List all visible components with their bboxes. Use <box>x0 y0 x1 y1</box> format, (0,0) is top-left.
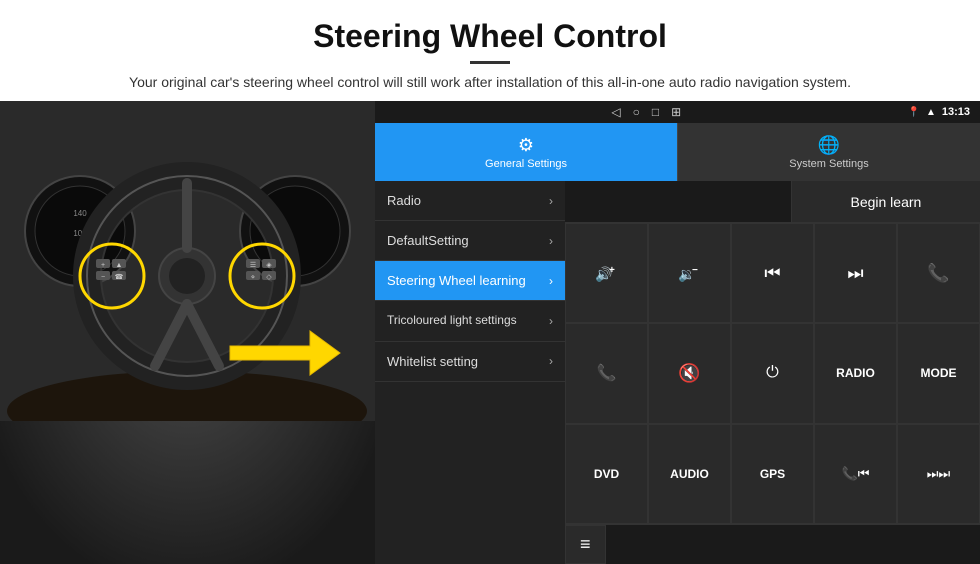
menu-item-radio[interactable]: Radio › <box>375 181 565 221</box>
controls-grid-row1: 🔊 + 🔉 − ⏮ ⏭ 📞 <box>565 223 980 323</box>
gps-button[interactable]: GPS <box>731 424 814 524</box>
svg-text:⋄: ⋄ <box>251 274 255 281</box>
phone-prev-button[interactable]: 📞⏮ <box>814 424 897 524</box>
subtitle-text: Your original car's steering wheel contr… <box>60 72 920 93</box>
location-icon: 📍 <box>908 107 920 118</box>
menu-defaultsetting-label: DefaultSetting <box>387 233 469 248</box>
vol-up-icon: 🔊 + <box>595 263 619 283</box>
power-button[interactable]: ⏻ <box>731 323 814 423</box>
radio-button[interactable]: RADIO <box>814 323 897 423</box>
globe-icon: 🌐 <box>818 135 840 156</box>
next-track-button[interactable]: ⏭ <box>814 223 897 323</box>
mode-button[interactable]: MODE <box>897 323 980 423</box>
controls-area: Begin learn 🔊 + 🔉 <box>565 181 980 564</box>
gear-icon: ⚙ <box>518 135 534 156</box>
content-area: 140 100 <box>0 101 980 564</box>
svg-text:140: 140 <box>73 209 87 218</box>
controls-top-row: Begin learn <box>565 181 980 223</box>
time-display: 13:13 <box>942 106 970 118</box>
menu-radio-label: Radio <box>387 193 421 208</box>
left-panel: 140 100 <box>0 101 375 564</box>
status-indicators: 📍 ▲ 13:13 <box>908 106 971 118</box>
nav-icons: ◁ ○ □ ⊞ <box>385 105 908 119</box>
menu-controls-area: Radio › DefaultSetting › Steering Wheel … <box>375 181 980 564</box>
svg-text:▲: ▲ <box>116 262 123 269</box>
vol-up-button[interactable]: 🔊 + <box>565 223 648 323</box>
svg-text:☎: ☎ <box>115 273 124 281</box>
signal-icon: ▲ <box>926 107 936 118</box>
menu-steering-label: Steering Wheel learning <box>387 273 526 288</box>
menu-item-whitelist[interactable]: Whitelist setting › <box>375 342 565 382</box>
menu-whitelist-label: Whitelist setting <box>387 354 478 369</box>
tab-general-settings[interactable]: ⚙ General Settings <box>375 123 677 181</box>
dvd-button[interactable]: DVD <box>565 424 648 524</box>
phone-button[interactable]: 📞 <box>897 223 980 323</box>
page: Steering Wheel Control Your original car… <box>0 0 980 564</box>
tab-general-label: General Settings <box>485 158 567 170</box>
extra-icon-row: ≡ <box>565 524 980 564</box>
title-divider <box>470 61 510 64</box>
menu-item-tricoloured[interactable]: Tricoloured light settings › <box>375 301 565 342</box>
controls-grid-row3: DVD AUDIO GPS 📞⏮ ⏭⏭ <box>565 424 980 524</box>
skip-combo-button[interactable]: ⏭⏭ <box>897 424 980 524</box>
mute-button[interactable]: 🔇 <box>648 323 731 423</box>
svg-text:☰: ☰ <box>250 262 256 269</box>
page-title: Steering Wheel Control <box>60 18 920 55</box>
recents-nav-icon[interactable]: □ <box>652 105 659 119</box>
right-panel: ◁ ○ □ ⊞ 📍 ▲ 13:13 ⚙ General Settings <box>375 101 980 564</box>
menu-list: Radio › DefaultSetting › Steering Wheel … <box>375 181 565 564</box>
controls-grid-row2: 📞 🔇 ⏻ RADIO MODE <box>565 323 980 423</box>
svg-text:+: + <box>101 262 105 269</box>
settings-tabs: ⚙ General Settings 🌐 System Settings <box>375 123 980 181</box>
svg-text:+: + <box>609 265 615 276</box>
menu-tricoloured-label: Tricoloured light settings <box>387 313 517 329</box>
vol-down-icon: 🔉 − <box>678 263 702 283</box>
svg-text:◇: ◇ <box>266 274 272 281</box>
menu-item-defaultsetting[interactable]: DefaultSetting › <box>375 221 565 261</box>
status-bar: ◁ ○ □ ⊞ 📍 ▲ 13:13 <box>375 101 980 123</box>
tab-system-label: System Settings <box>789 158 868 170</box>
menu-item-steering-wheel-learning[interactable]: Steering Wheel learning › <box>375 261 565 301</box>
back-nav-icon[interactable]: ◁ <box>611 105 620 119</box>
home-nav-icon[interactable]: ○ <box>633 105 640 119</box>
audio-button[interactable]: AUDIO <box>648 424 731 524</box>
svg-text:−: − <box>101 274 105 281</box>
answer-call-button[interactable]: 📞 <box>565 323 648 423</box>
vol-down-button[interactable]: 🔉 − <box>648 223 731 323</box>
chevron-right-icon: › <box>549 234 553 248</box>
list-icon-button[interactable]: ≡ <box>565 525 606 564</box>
car-image: 140 100 <box>0 101 375 564</box>
chevron-right-icon: › <box>549 274 553 288</box>
tab-system-settings[interactable]: 🌐 System Settings <box>677 123 980 181</box>
chevron-right-icon: › <box>549 314 553 328</box>
begin-learn-button[interactable]: Begin learn <box>792 181 980 222</box>
prev-track-button[interactable]: ⏮ <box>731 223 814 323</box>
header-section: Steering Wheel Control Your original car… <box>0 0 980 101</box>
steering-wheel-image: 140 100 <box>0 101 375 421</box>
empty-input-box <box>565 181 792 222</box>
svg-text:−: − <box>692 265 698 276</box>
chevron-right-icon: › <box>549 194 553 208</box>
chevron-right-icon: › <box>549 354 553 368</box>
svg-text:◈: ◈ <box>266 262 272 269</box>
menu-nav-icon[interactable]: ⊞ <box>671 105 681 119</box>
